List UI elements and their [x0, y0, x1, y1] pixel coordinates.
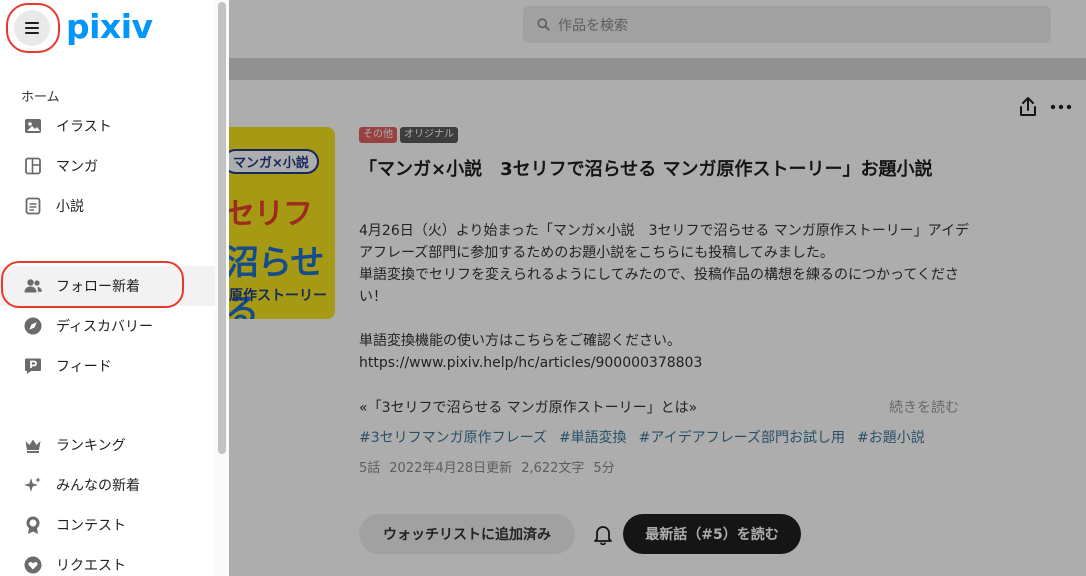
sidebar-item-label: 小説	[56, 199, 84, 215]
pixiv-logo[interactable]: pixiv	[66, 7, 153, 46]
sidebar-item-label: ディスカバリー	[56, 319, 154, 335]
sparkle-icon	[22, 474, 44, 496]
sidebar-item-label: コンテスト	[56, 518, 126, 534]
compass-icon	[22, 315, 44, 337]
sidebar-item-manga[interactable]: マンガ	[0, 146, 215, 186]
sidebar-item-ranking[interactable]: ランキング	[0, 425, 215, 465]
section-home-label: ホーム	[21, 90, 60, 105]
sidebar-scrollbar-thumb[interactable]	[218, 2, 226, 454]
sidebar-item-label: フィード	[56, 359, 112, 375]
feed-icon	[22, 355, 44, 377]
sidebar-item-request[interactable]: リクエスト	[0, 545, 215, 576]
sidebar-item-label: ランキング	[56, 438, 126, 454]
menu-button[interactable]	[14, 10, 50, 46]
followers-icon	[22, 275, 44, 297]
crown-icon	[22, 434, 44, 456]
sidebar-item-label: マンガ	[56, 159, 98, 175]
sidebar-item-label: みんなの新着	[56, 478, 140, 494]
illustration-icon	[22, 115, 44, 137]
sidebar-item-discovery[interactable]: ディスカバリー	[0, 306, 215, 346]
sidebar-item-following[interactable]: フォロー新着	[0, 266, 215, 306]
heart-icon	[22, 554, 44, 576]
manga-icon	[22, 155, 44, 177]
sidebar-drawer: pixiv ホーム イラスト マンガ 小説 フォロー新着 ディスカバリー フィー…	[0, 0, 215, 576]
sidebar-item-illustration[interactable]: イラスト	[0, 106, 215, 146]
sidebar-item-feed[interactable]: フィード	[0, 346, 215, 386]
medal-icon	[22, 514, 44, 536]
sidebar-item-label: イラスト	[56, 119, 112, 135]
sidebar-item-label: リクエスト	[56, 558, 126, 574]
hamburger-menu-icon	[25, 22, 39, 34]
sidebar-item-novel[interactable]: 小説	[0, 186, 215, 226]
sidebar-item-contest[interactable]: コンテスト	[0, 505, 215, 545]
sidebar-item-everyone-new[interactable]: みんなの新着	[0, 465, 215, 505]
sidebar-item-label: フォロー新着	[56, 279, 140, 295]
novel-icon	[22, 195, 44, 217]
